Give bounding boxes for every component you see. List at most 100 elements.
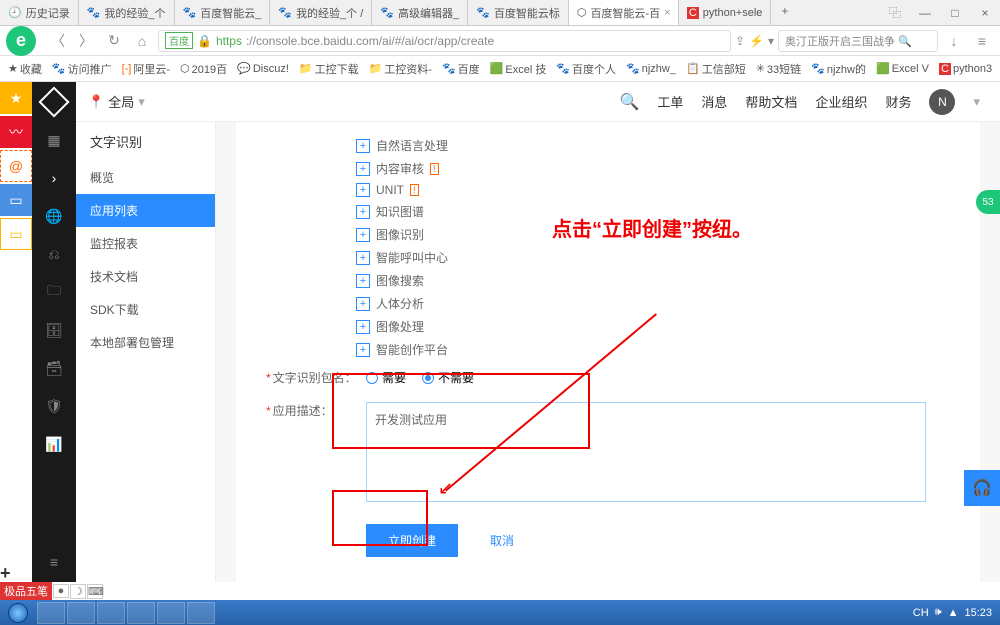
tab-3[interactable]: 🐾我的经验_个 /	[270, 0, 372, 25]
bookmark-14[interactable]: 🟩Excel V	[876, 62, 929, 75]
task-3[interactable]	[97, 602, 125, 624]
service-0[interactable]: +自然语言处理	[356, 134, 960, 157]
tab-active[interactable]: ⬡百度智能云-百×	[569, 0, 679, 25]
avatar-chevron-icon[interactable]: ▾	[973, 94, 980, 110]
database-icon[interactable]: 🗃	[44, 358, 64, 378]
nav-help[interactable]: 帮助文档	[745, 92, 797, 111]
ime-ico-1[interactable]: ●	[53, 584, 69, 598]
stats-icon[interactable]: 📊	[44, 434, 64, 454]
radio-noneed[interactable]: 不需要	[422, 369, 474, 386]
service-9[interactable]: +智能创作平台	[356, 338, 960, 361]
at-icon[interactable]: @	[0, 150, 32, 182]
radio-need[interactable]: 需要	[366, 369, 406, 386]
share-icon[interactable]: ⇪	[735, 34, 745, 48]
service-7[interactable]: +人体分析	[356, 292, 960, 315]
bookmark-11[interactable]: 📋工信部短	[686, 61, 746, 77]
close-window-icon[interactable]: ×	[970, 0, 1000, 25]
tab-history[interactable]: 🕘历史记录	[0, 0, 79, 25]
create-button[interactable]: 立即创建	[366, 524, 458, 557]
browser-logo-icon[interactable]: e	[6, 26, 36, 56]
location-selector[interactable]: 📍 全局 ▾	[76, 92, 157, 111]
search-input[interactable]: 奥汀正版开启三国战争 🔍	[778, 30, 938, 52]
tab-2[interactable]: 🐾百度智能云_	[175, 0, 271, 25]
tab-7[interactable]: Cpython+sele	[679, 0, 772, 25]
doc-icon[interactable]: ▭	[0, 184, 32, 216]
task-browser[interactable]	[67, 602, 95, 624]
maximize-icon[interactable]: □	[940, 0, 970, 25]
menu-app-list[interactable]: 应用列表	[76, 194, 215, 227]
note-icon[interactable]: ▭	[0, 218, 32, 250]
bookmark-9[interactable]: 🐾百度个人	[556, 61, 616, 77]
nav-message[interactable]: 消息	[701, 92, 727, 111]
menu-overview[interactable]: 概览	[76, 161, 215, 194]
bookmark-3[interactable]: ⬡2019百	[180, 61, 227, 77]
grid-icon[interactable]: ▦	[44, 130, 64, 150]
network-icon[interactable]: ⎌	[44, 244, 64, 264]
tray-lang[interactable]: CH	[913, 607, 929, 619]
bookmark-13[interactable]: 🐾njzhw的	[811, 61, 866, 77]
right-badge-icon[interactable]: 53	[976, 190, 1000, 214]
service-2[interactable]: +UNIT!	[356, 180, 960, 200]
menu-icon[interactable]: ≡	[970, 33, 994, 49]
bookmark-2[interactable]: [-]阿里云-	[122, 61, 170, 77]
minimize-icon[interactable]: —	[910, 0, 940, 25]
tray-icon[interactable]: 🕪	[935, 606, 942, 619]
cancel-button[interactable]: 取消	[478, 524, 526, 557]
box-icon[interactable]: 🗀	[44, 282, 64, 302]
bookmark-12[interactable]: ✳33短链	[756, 61, 801, 77]
service-6[interactable]: +图像搜索	[356, 269, 960, 292]
start-button[interactable]	[0, 600, 36, 625]
app-logo[interactable]	[32, 82, 76, 122]
search-icon[interactable]: 🔍	[619, 92, 639, 112]
task-5[interactable]	[157, 602, 185, 624]
menu-deploy[interactable]: 本地部署包管理	[76, 326, 215, 359]
system-tray[interactable]: CH 🕪 ▲ 15:23	[913, 606, 1000, 619]
tab-5[interactable]: 🐾百度智能云标	[468, 0, 569, 25]
service-8[interactable]: +图像处理	[356, 315, 960, 338]
collapse-icon[interactable]: ≡	[44, 552, 64, 572]
star-icon[interactable]: ★	[0, 82, 32, 114]
ime-ico-2[interactable]: ☽	[70, 584, 86, 599]
menu-sdk[interactable]: SDK下载	[76, 293, 215, 326]
url-input[interactable]: 百度 🔒 https://console.bce.baidu.com/ai/#/…	[158, 30, 731, 52]
new-tab-button[interactable]: +	[771, 0, 798, 25]
menu-docs[interactable]: 技术文档	[76, 260, 215, 293]
task-6[interactable]	[187, 602, 215, 624]
task-explorer[interactable]	[37, 602, 65, 624]
ime-bar[interactable]: 极品五笔 ● ☽ ⌨	[0, 582, 103, 600]
bookmark-4[interactable]: 💬Discuz!	[237, 62, 289, 75]
forward-icon[interactable]: 〉	[74, 31, 98, 51]
restore-down-icon[interactable]: ⿻	[880, 0, 910, 25]
chevron-right-icon[interactable]: ›	[44, 168, 64, 188]
bookmark-8[interactable]: 🟩Excel 技	[490, 61, 547, 77]
bookmark-7[interactable]: 🐾百度	[442, 61, 480, 77]
chevron-down-icon[interactable]: ▾	[768, 34, 774, 48]
menu-monitor[interactable]: 监控报表	[76, 227, 215, 260]
bookmark-10[interactable]: 🐾njzhw_	[626, 62, 676, 75]
tab-1[interactable]: 🐾我的经验_个	[79, 0, 175, 25]
shield-icon[interactable]: 🛡	[44, 396, 64, 416]
nav-finance[interactable]: 财务	[885, 92, 911, 111]
plus-corner-icon[interactable]: +	[0, 563, 11, 584]
flash-icon[interactable]: ⚡	[749, 34, 764, 48]
download-icon[interactable]: ↓	[942, 33, 966, 49]
task-4[interactable]	[127, 602, 155, 624]
ime-ico-3[interactable]: ⌨	[87, 584, 103, 599]
service-5[interactable]: +智能呼叫中心	[356, 246, 960, 269]
service-1[interactable]: +内容审核!	[356, 157, 960, 180]
bookmark-6[interactable]: 📁工控资料-	[369, 61, 432, 77]
tray-icon-2[interactable]: ▲	[948, 607, 959, 619]
bookmark-fav[interactable]: ★ 收藏	[8, 61, 42, 77]
globe-icon[interactable]: 🌐	[44, 206, 64, 226]
tab-4[interactable]: 🐾高级编辑器_	[372, 0, 468, 25]
nav-org[interactable]: 企业组织	[815, 92, 867, 111]
avatar[interactable]: N	[929, 89, 955, 115]
bookmark-1[interactable]: 🐾访问推广	[52, 61, 112, 77]
close-icon[interactable]: ×	[664, 7, 670, 19]
back-icon[interactable]: 〈	[46, 31, 70, 51]
storage-icon[interactable]: 🗄	[44, 320, 64, 340]
home-icon[interactable]: ⌂	[130, 33, 154, 49]
headset-icon[interactable]: 🎧	[964, 470, 1000, 506]
nav-ticket[interactable]: 工单	[657, 92, 683, 111]
weibo-icon[interactable]: 〰	[0, 116, 32, 148]
